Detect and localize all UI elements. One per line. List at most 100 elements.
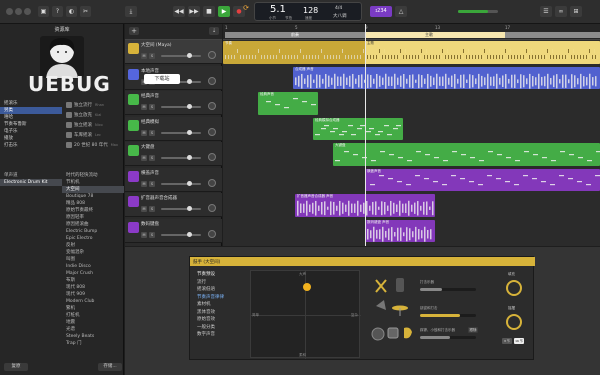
category-item[interactable]: 节奏布鲁斯 bbox=[0, 121, 62, 128]
player-item[interactable]: 车库摇滚 Lec bbox=[62, 130, 124, 140]
snare-drum-icon[interactable] bbox=[387, 327, 399, 339]
volume-knob[interactable] bbox=[187, 104, 192, 109]
mute-button[interactable]: M bbox=[141, 155, 147, 161]
library-button[interactable]: ▣ bbox=[38, 6, 49, 17]
player-item[interactable]: 独立流行 Rhan bbox=[62, 100, 124, 110]
track-header[interactable]: 扩音器声音合成器 M S bbox=[125, 193, 222, 217]
mute-button[interactable]: M bbox=[141, 104, 147, 110]
help-button[interactable]: ? bbox=[52, 6, 63, 17]
volume-knob[interactable] bbox=[187, 53, 192, 58]
region[interactable]: 大键盘 bbox=[333, 143, 600, 166]
preset-item[interactable]: 黑体音效 bbox=[194, 309, 240, 317]
player-item[interactable]: 独立摇滚 Nico bbox=[62, 120, 124, 130]
notepad-button[interactable]: ☰ bbox=[540, 6, 552, 17]
patch-item[interactable]: Electric Bump bbox=[62, 228, 124, 235]
patch-item[interactable]: Major Crush bbox=[62, 270, 124, 277]
filter-button[interactable]: ⇣ bbox=[209, 27, 219, 35]
track-header[interactable]: 经典模拟 M S bbox=[125, 116, 222, 141]
cycle-region[interactable] bbox=[365, 32, 505, 38]
cymbal-icon[interactable] bbox=[392, 305, 408, 317]
patch-item[interactable]: Epic Electro bbox=[62, 235, 124, 242]
fills-knob[interactable] bbox=[506, 280, 522, 296]
kick-drum-icon[interactable] bbox=[371, 327, 385, 341]
category-item[interactable]: 另类 bbox=[0, 107, 62, 114]
swing-8th-toggle[interactable]: 8 节 bbox=[502, 338, 512, 344]
mute-button[interactable]: M bbox=[141, 180, 147, 187]
pan-knob[interactable] bbox=[208, 204, 216, 212]
swing-16th-toggle[interactable]: 16 节 bbox=[514, 338, 524, 344]
region[interactable]: 合成器 声音 bbox=[293, 66, 600, 89]
add-track-button[interactable]: + bbox=[129, 27, 139, 35]
solo-button[interactable]: S bbox=[149, 206, 155, 212]
playhead[interactable] bbox=[365, 24, 366, 246]
patch-item[interactable]: 现代 808 bbox=[62, 284, 124, 291]
patch-item[interactable]: 大空间 bbox=[62, 186, 124, 193]
category-item[interactable]: 摇滚乐 bbox=[0, 100, 62, 107]
follow-button[interactable]: 跟随 bbox=[468, 327, 478, 333]
patch-item[interactable]: 反射 bbox=[62, 242, 124, 249]
pan-knob[interactable] bbox=[208, 51, 216, 59]
volume-slider[interactable] bbox=[161, 206, 201, 211]
lcd-display[interactable]: 5.1 小节 节拍 128 速度 4/4 大八调 bbox=[254, 2, 362, 21]
marker-verse[interactable]: 主歌 bbox=[425, 32, 600, 38]
preset-item[interactable]: 节奏声音律律 bbox=[194, 294, 240, 302]
pan-knob[interactable] bbox=[208, 76, 216, 85]
editors-button[interactable]: ✂ bbox=[80, 6, 91, 17]
track-header[interactable]: 横盖声音 M S bbox=[125, 167, 222, 192]
pan-knob[interactable] bbox=[208, 153, 216, 161]
volume-knob[interactable] bbox=[187, 78, 192, 84]
rewind-button[interactable]: ◀◀ bbox=[173, 6, 185, 17]
clap-icon[interactable] bbox=[376, 300, 386, 310]
patch-item[interactable]: 变幅混杂 bbox=[62, 249, 124, 256]
solo-button[interactable]: S bbox=[149, 231, 155, 238]
solo-button[interactable]: S bbox=[149, 104, 155, 110]
patch-item[interactable]: Trap 门 bbox=[62, 340, 124, 347]
volume-slider[interactable] bbox=[161, 155, 201, 160]
patch-item[interactable]: Boutique 78 bbox=[62, 193, 124, 200]
volume-knob[interactable] bbox=[187, 206, 192, 211]
master-volume-slider[interactable] bbox=[458, 10, 498, 13]
preset-item[interactable]: 摇滚低语 bbox=[194, 286, 240, 294]
patch-item[interactable]: 地震 bbox=[62, 319, 124, 326]
patch-item[interactable]: 原因摇滚曲 bbox=[62, 221, 124, 228]
preset-item[interactable]: 素材机 bbox=[194, 301, 240, 309]
preset-item[interactable]: 原始音效 bbox=[194, 316, 240, 324]
patch-item[interactable]: 光谱 bbox=[62, 326, 124, 333]
volume-slider[interactable] bbox=[161, 104, 201, 109]
region[interactable]: 主歌 bbox=[365, 41, 600, 64]
hand-clap-icon[interactable] bbox=[404, 327, 412, 339]
preset-item[interactable]: 数字声音 bbox=[194, 331, 240, 339]
category-item[interactable]: 电子乐 bbox=[0, 128, 62, 135]
category-item[interactable]: 打击乐 bbox=[0, 142, 62, 149]
track-header[interactable]: 经典声音 M S bbox=[125, 91, 222, 115]
pan-knob[interactable] bbox=[208, 127, 216, 136]
patch-item[interactable]: Steely Beats bbox=[62, 333, 124, 340]
marker-intro[interactable]: 前奏 bbox=[225, 32, 365, 38]
patch-item[interactable]: 现代 909 bbox=[62, 291, 124, 298]
region[interactable]: 经典声音 bbox=[258, 92, 318, 115]
patch-item[interactable]: 精品 808 bbox=[62, 200, 124, 207]
volume-slider[interactable] bbox=[161, 129, 201, 135]
volume-knob[interactable] bbox=[187, 155, 192, 160]
mute-button[interactable]: M bbox=[141, 231, 147, 238]
loop-browser-button[interactable]: ∞ bbox=[555, 6, 567, 17]
region[interactable]: 横盖声音 bbox=[365, 168, 600, 191]
volume-knob[interactable] bbox=[187, 231, 192, 237]
xy-pad[interactable]: 大声 柔和 简单 复杂 bbox=[250, 270, 361, 359]
media-browser-button[interactable]: ⊞ bbox=[570, 6, 582, 17]
minimize-window-button[interactable] bbox=[15, 8, 22, 15]
tambourine-icon[interactable] bbox=[396, 278, 404, 292]
preset-item[interactable]: 一般分类 bbox=[194, 324, 240, 332]
metronome-button[interactable]: △ bbox=[395, 6, 407, 17]
stop-button[interactable]: ■ bbox=[203, 6, 215, 17]
patch-item[interactable]: Modern Club bbox=[62, 298, 124, 305]
patch-item[interactable]: 打桩机 bbox=[62, 312, 124, 319]
mute-button[interactable]: M bbox=[141, 206, 147, 212]
revert-button[interactable]: 复原 bbox=[4, 363, 28, 371]
kit-item[interactable]: Electronic Drum Kit bbox=[0, 179, 62, 186]
category-item[interactable]: 播放 bbox=[0, 135, 62, 142]
play-button[interactable]: ▶ bbox=[218, 6, 230, 17]
kit-item[interactable]: 单声道 bbox=[0, 172, 62, 179]
volume-slider[interactable] bbox=[161, 231, 201, 237]
percussion-shaker-icon[interactable] bbox=[375, 279, 387, 293]
